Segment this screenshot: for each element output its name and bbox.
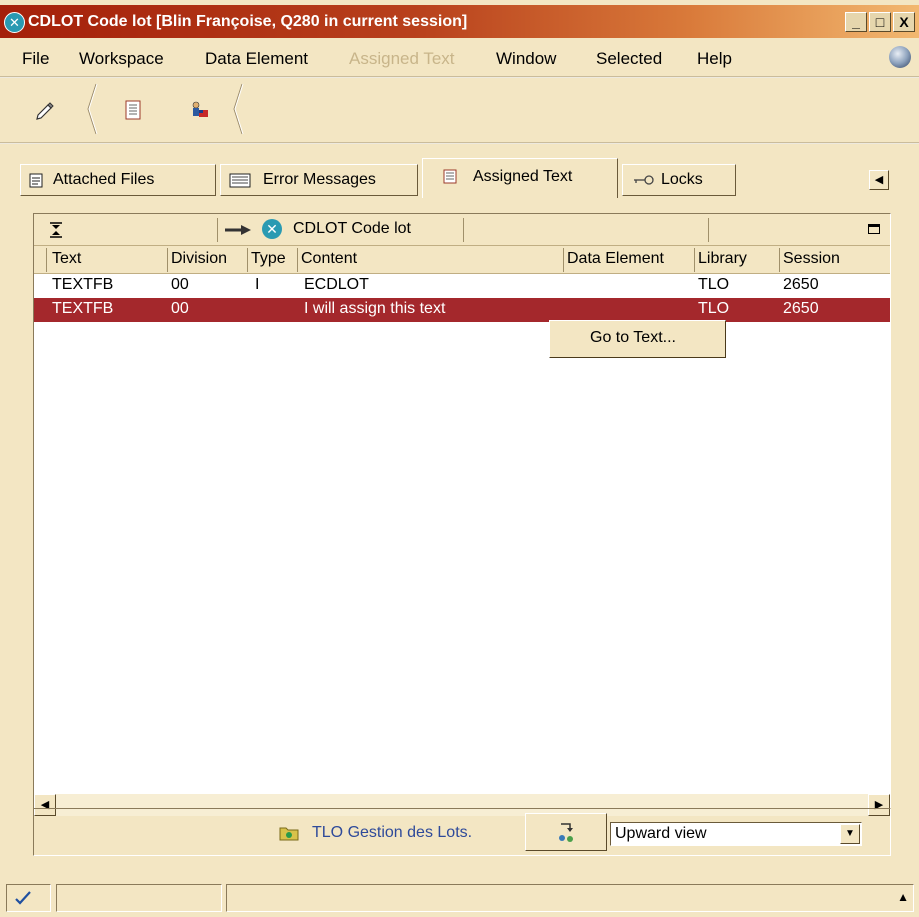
maximize-button[interactable]: □ — [869, 12, 891, 32]
header-divider — [708, 218, 709, 242]
menu-window[interactable]: Window — [496, 49, 556, 69]
expand-collapse-icon[interactable] — [50, 222, 62, 238]
cell-type: I — [255, 276, 260, 293]
column-header-data-element[interactable]: Data Element — [567, 250, 664, 268]
toolbar — [18, 78, 278, 138]
view-mode-select[interactable]: Upward view ▼ — [610, 822, 862, 846]
context-go-to-text[interactable]: Go to Text... — [590, 329, 676, 347]
tab-label: Error Messages — [263, 171, 376, 188]
tab-error-messages[interactable]: Error Messages — [220, 164, 418, 196]
view-mode-value: Upward view — [615, 825, 707, 842]
menu-help[interactable]: Help — [697, 49, 732, 69]
library-folder-icon — [279, 827, 299, 841]
status-bar: ▲ — [0, 880, 919, 917]
tab-label: Attached Files — [53, 171, 155, 188]
menu-workspace[interactable]: Workspace — [79, 49, 164, 69]
status-cell — [226, 884, 914, 912]
context-menu: Go to Text... — [549, 320, 726, 358]
maximize-panel-icon[interactable] — [868, 224, 880, 234]
tab-label: Locks — [661, 171, 703, 188]
menu-assigned-text[interactable]: Assigned Text — [349, 49, 455, 69]
switch-view-button[interactable] — [525, 813, 607, 851]
cell-text: TEXTFB — [52, 276, 114, 293]
x-circle-icon: ✕ — [262, 219, 282, 239]
switch-view-icon — [559, 823, 573, 842]
person-flag-icon[interactable] — [188, 99, 210, 121]
column-header-division[interactable]: Division — [171, 250, 227, 268]
cell-text: TEXTFB — [52, 300, 114, 317]
window-controls: _ □ X — [845, 12, 915, 34]
panel-header: ✕ CDLOT Code lot — [34, 214, 890, 246]
column-divider — [779, 248, 780, 272]
cell-content: ECDLOT — [304, 276, 369, 293]
assigned-text-table: Text Division Type Content Data Element … — [34, 246, 890, 794]
pencil-icon[interactable] — [34, 99, 56, 121]
tab-attached-files[interactable]: Attached Files — [20, 164, 216, 196]
toolbar-separator — [87, 83, 98, 135]
minimize-button[interactable]: _ — [845, 12, 867, 32]
application-window: ✕ CDLOT Code lot [Blin Françoise, Q280 i… — [0, 0, 919, 917]
list-icon — [229, 173, 251, 188]
header-divider — [463, 218, 464, 242]
scroll-up-icon[interactable]: ▲ — [897, 890, 909, 904]
menu-bar: File Workspace Data Element Assigned Tex… — [0, 38, 919, 76]
close-button[interactable]: X — [893, 12, 915, 32]
cell-content: I will assign this text — [304, 300, 446, 317]
checkmark-icon — [15, 891, 31, 905]
library-link[interactable]: TLO Gestion des Lots. — [312, 824, 472, 842]
cell-division: 00 — [171, 300, 189, 317]
document-icon[interactable] — [122, 99, 144, 121]
column-divider — [167, 248, 168, 272]
document-icon — [29, 173, 43, 188]
toolbar-separator-2 — [233, 83, 244, 135]
column-header-session[interactable]: Session — [783, 250, 840, 268]
column-divider — [563, 248, 564, 272]
table-row[interactable]: TEXTFB 00 I ECDLOT TLO 2650 — [34, 274, 890, 298]
column-header-type[interactable]: Type — [251, 250, 286, 268]
table-header: Text Division Type Content Data Element … — [34, 246, 890, 274]
tab-assigned-text[interactable]: Assigned Text — [422, 158, 618, 198]
column-divider — [694, 248, 695, 272]
status-cell — [56, 884, 222, 912]
status-cell — [6, 884, 51, 912]
column-divider — [297, 248, 298, 272]
assigned-text-panel: ✕ CDLOT Code lot Text Division Type Cont… — [33, 213, 891, 818]
tab-strip: Attached Files Error Messages Assigned T… — [20, 158, 900, 198]
column-header-content[interactable]: Content — [301, 250, 357, 268]
text-document-icon — [443, 169, 457, 184]
tab-scroll-left-button[interactable]: ◀ — [869, 170, 889, 190]
menu-data-element[interactable]: Data Element — [205, 49, 308, 69]
panel-title: CDLOT Code lot — [293, 220, 411, 237]
cell-session: 2650 — [783, 276, 819, 293]
menu-selected[interactable]: Selected — [596, 49, 662, 69]
tab-locks[interactable]: Locks — [622, 164, 736, 196]
window-title: CDLOT Code lot [Blin Françoise, Q280 in … — [28, 13, 468, 30]
app-x-circle-icon[interactable]: ✕ — [4, 12, 25, 33]
cell-division: 00 — [171, 276, 189, 293]
title-bar[interactable]: ✕ CDLOT Code lot [Blin Françoise, Q280 i… — [0, 5, 919, 38]
header-divider — [217, 218, 218, 242]
tab-label: Assigned Text — [473, 168, 573, 185]
bottom-bar: TLO Gestion des Lots. Upward view ▼ — [33, 808, 891, 856]
column-header-library[interactable]: Library — [698, 250, 747, 268]
cell-library: TLO — [698, 276, 730, 293]
column-divider — [46, 248, 47, 272]
menu-file[interactable]: File — [22, 49, 49, 69]
column-header-text[interactable]: Text — [52, 250, 81, 268]
table-row-selected[interactable]: TEXTFB 00 I will assign this text TLO 26… — [34, 298, 890, 322]
chevron-down-icon[interactable]: ▼ — [840, 824, 860, 844]
globe-icon — [889, 46, 911, 68]
cell-session: 2650 — [783, 300, 819, 317]
arrow-right-icon — [225, 225, 251, 235]
toolbar-divider — [0, 142, 919, 144]
column-divider — [247, 248, 248, 272]
cell-library: TLO — [698, 300, 730, 317]
key-icon — [634, 175, 654, 185]
